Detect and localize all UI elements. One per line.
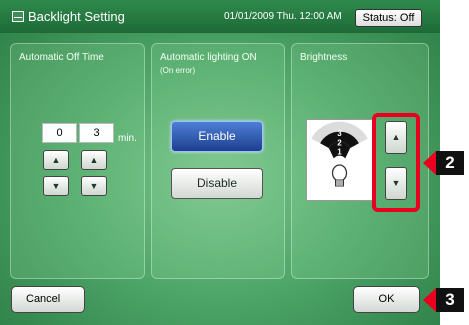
up-arrow-icon: ▲ bbox=[89, 155, 99, 165]
up-arrow-icon: ▲ bbox=[391, 132, 401, 142]
automatic-off-time-panel: Automatic Off Time bbox=[10, 43, 145, 279]
tens-down-button[interactable]: ▼ bbox=[43, 176, 69, 196]
callout-2: 2 bbox=[423, 151, 469, 175]
brightness-level-1: 1 bbox=[337, 148, 342, 157]
date-time: 01/01/2009 Thu. 12:00 AM bbox=[224, 11, 342, 22]
up-arrow-icon: ▲ bbox=[51, 155, 61, 165]
brightness-level-2: 2 bbox=[337, 139, 342, 148]
cancel-button[interactable]: Cancel bbox=[11, 286, 85, 313]
light-bulb-icon: 3 2 1 bbox=[311, 121, 368, 187]
off-time-unit: min. bbox=[118, 133, 137, 144]
automatic-off-time-title: Automatic Off Time bbox=[19, 52, 104, 63]
down-arrow-icon: ▼ bbox=[89, 181, 99, 191]
callout-arrow-icon bbox=[423, 151, 436, 175]
off-time-ones-digit[interactable]: 3 bbox=[79, 123, 114, 143]
callout-3: 3 bbox=[423, 288, 469, 312]
ones-up-button[interactable]: ▲ bbox=[81, 150, 107, 170]
tens-up-button[interactable]: ▲ bbox=[43, 150, 69, 170]
callout-number: 3 bbox=[436, 288, 464, 312]
brightness-level-3: 3 bbox=[337, 129, 342, 138]
brightness-down-button[interactable]: ▼ bbox=[385, 167, 407, 200]
bulb-base bbox=[335, 179, 344, 187]
automatic-lighting-panel: Automatic lighting ON (On error) bbox=[151, 43, 285, 279]
down-arrow-icon: ▼ bbox=[51, 181, 61, 191]
brightness-title: Brightness bbox=[300, 52, 348, 63]
screen-title: Backlight Setting bbox=[28, 9, 125, 24]
status-badge: Status: Off bbox=[355, 9, 422, 27]
brightness-up-button[interactable]: ▲ bbox=[385, 121, 407, 154]
title-bar: Backlight Setting 01/01/2009 Thu. 12:00 … bbox=[0, 0, 440, 33]
brightness-indicator: 3 2 1 bbox=[306, 119, 373, 201]
disable-button[interactable]: Disable bbox=[171, 168, 263, 199]
ok-button[interactable]: OK bbox=[353, 286, 420, 313]
callout-arrow-icon bbox=[423, 288, 436, 312]
off-time-tens-digit[interactable]: 0 bbox=[42, 123, 77, 143]
down-arrow-icon: ▼ bbox=[391, 178, 401, 188]
enable-button[interactable]: Enable bbox=[171, 121, 263, 152]
automatic-lighting-title: Automatic lighting ON bbox=[160, 52, 257, 63]
backlight-setting-icon bbox=[12, 11, 24, 22]
bulb-glass bbox=[331, 164, 348, 182]
callout-number: 2 bbox=[436, 151, 464, 175]
ones-down-button[interactable]: ▼ bbox=[81, 176, 107, 196]
backlight-setting-screen: Backlight Setting 01/01/2009 Thu. 12:00 … bbox=[0, 0, 440, 325]
automatic-lighting-subtitle: (On error) bbox=[160, 66, 196, 75]
